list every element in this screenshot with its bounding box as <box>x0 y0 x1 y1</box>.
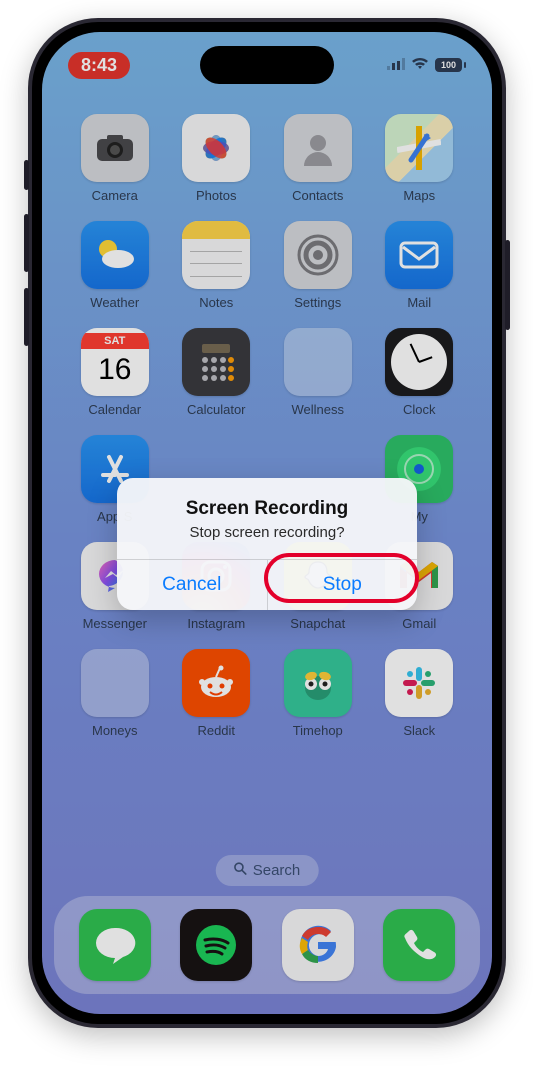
phone-frame: 8:43 100 Camera Photos Con <box>28 18 506 1028</box>
phone-screen: 8:43 100 Camera Photos Con <box>42 32 492 1014</box>
volume-down-button[interactable] <box>24 288 29 346</box>
alert-message: Stop screen recording? <box>135 524 399 541</box>
phone-bezel: 8:43 100 Camera Photos Con <box>32 22 502 1024</box>
volume-up-button[interactable] <box>24 214 29 272</box>
screen-recording-alert: Screen Recording Stop screen recording? … <box>117 478 417 610</box>
mute-switch[interactable] <box>24 160 29 190</box>
alert-title: Screen Recording <box>135 498 399 520</box>
power-button[interactable] <box>505 240 510 330</box>
cancel-button[interactable]: Cancel <box>117 560 267 610</box>
stop-button[interactable]: Stop <box>267 560 418 610</box>
